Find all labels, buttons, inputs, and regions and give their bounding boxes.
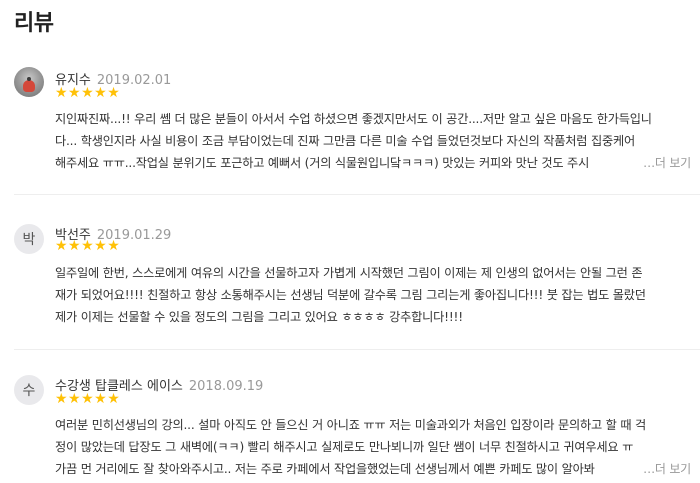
review-text: 일주일에 한번, 스스로에게 여유의 시간을 선물하고자 가볍게 시작했던 그림… [55, 262, 695, 328]
star-rating: ★★★★★ [55, 238, 121, 254]
avatar-figure-head [27, 77, 31, 81]
review-line: 여러분 민히선생님의 강의... 설마 아직도 안 들으신 거 아니죠 ㅠㅠ 저… [55, 418, 647, 432]
review-line-last: 가끔 먼 거리에도 잘 찾아와주시고.. 저는 주로 카페에서 작업을했었는데 … [55, 458, 695, 480]
review-line-text: 가끔 먼 거리에도 잘 찾아와주시고.. 저는 주로 카페에서 작업을했었는데 … [55, 462, 595, 476]
review-line: 다... 학생인지라 사실 비용이 조금 부담이었는데 진짜 그만큼 다른 미술… [55, 134, 636, 148]
avatar-initial: 수 [22, 383, 36, 399]
page-title: 리뷰 [14, 11, 54, 36]
avatar[interactable] [14, 67, 44, 97]
star-rating: ★★★★★ [55, 85, 121, 101]
review-text: 여러분 민히선생님의 강의... 설마 아직도 안 들으신 거 아니죠 ㅠㅠ 저… [55, 414, 695, 480]
review-line-text: 해주세요 ㅠㅠ...작업실 분위기도 포근하고 예뻐서 (거의 식물원입니닼ㅋㅋ… [55, 156, 590, 170]
review-line: 제가 이제는 선물할 수 있을 정도의 그림을 그리고 있어요 ㅎㅎㅎㅎ 강추합… [55, 310, 463, 324]
more-link[interactable]: …더 보기 [639, 458, 691, 480]
avatar[interactable]: 수 [14, 375, 44, 405]
review-line: 재가 되었어요!!!! 친절하고 항상 소통해주시는 선생님 덕분에 갈수록 그… [55, 288, 646, 302]
review-text: 지인짜진짜...!! 우리 쏌 더 많은 분들이 아서서 수업 하셨으면 좋겠지… [55, 108, 695, 174]
review-line-last: 해주세요 ㅠㅠ...작업실 분위기도 포근하고 예뻐서 (거의 식물원입니닼ㅋㅋ… [55, 152, 695, 174]
divider [14, 349, 700, 350]
avatar-figure [23, 80, 35, 92]
avatar-initial: 박 [22, 232, 36, 248]
review-line: 일주일에 한번, 스스로에게 여유의 시간을 선물하고자 가볍게 시작했던 그림… [55, 266, 643, 280]
review-line: 지인짜진짜...!! 우리 쏌 더 많은 분들이 아서서 수업 하셨으면 좋겠지… [55, 112, 652, 126]
avatar[interactable]: 박 [14, 224, 44, 254]
more-link[interactable]: …더 보기 [639, 152, 691, 174]
review-date: 2018.09.19 [188, 379, 264, 394]
review-line: 정이 많았는데 답장도 그 새벽에(ㅋㅋ) 빨리 해주시고 실제로도 만나뵈니까… [55, 440, 634, 454]
star-rating: ★★★★★ [55, 391, 121, 407]
divider [14, 194, 700, 195]
